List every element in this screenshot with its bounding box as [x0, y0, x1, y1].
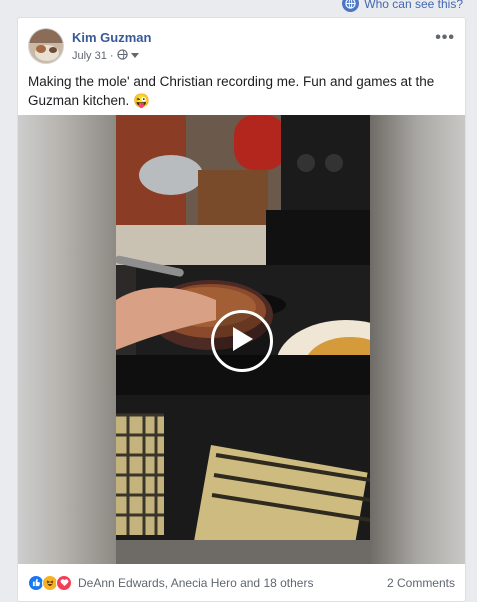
- video-blur-right: [370, 115, 465, 564]
- top-strip: Who can see this?: [0, 0, 477, 16]
- love-icon: [56, 574, 72, 591]
- globe-badge-icon: [342, 0, 360, 12]
- play-icon: [229, 325, 255, 358]
- post-footer: DeAnn Edwards, Anecia Hero and 18 others…: [18, 564, 465, 601]
- who-can-see-link[interactable]: Who can see this?: [342, 0, 463, 12]
- meta-separator: ·: [109, 50, 114, 62]
- who-can-see-label: Who can see this?: [364, 0, 463, 11]
- avatar[interactable]: [28, 28, 64, 64]
- post-header: Kim Guzman July 31 · •••: [28, 27, 455, 64]
- post-caption: Making the mole' and Christian recording…: [28, 74, 435, 108]
- comments-count[interactable]: 2 Comments: [387, 576, 455, 590]
- author-name[interactable]: Kim Guzman: [72, 30, 151, 45]
- more-options-icon[interactable]: •••: [435, 29, 455, 47]
- video-player[interactable]: [18, 115, 465, 564]
- post-meta: July 31 ·: [72, 49, 139, 63]
- play-button[interactable]: [211, 310, 273, 372]
- reaction-icons[interactable]: [28, 574, 72, 591]
- reaction-names[interactable]: DeAnn Edwards, Anecia Hero and 18 others: [78, 576, 313, 590]
- chevron-down-icon[interactable]: [130, 50, 139, 62]
- post-date[interactable]: July 31: [72, 50, 107, 62]
- video-blur-left: [18, 115, 116, 564]
- post-card: Kim Guzman July 31 · ••• Making the mole…: [17, 17, 466, 602]
- globe-icon[interactable]: [116, 49, 128, 63]
